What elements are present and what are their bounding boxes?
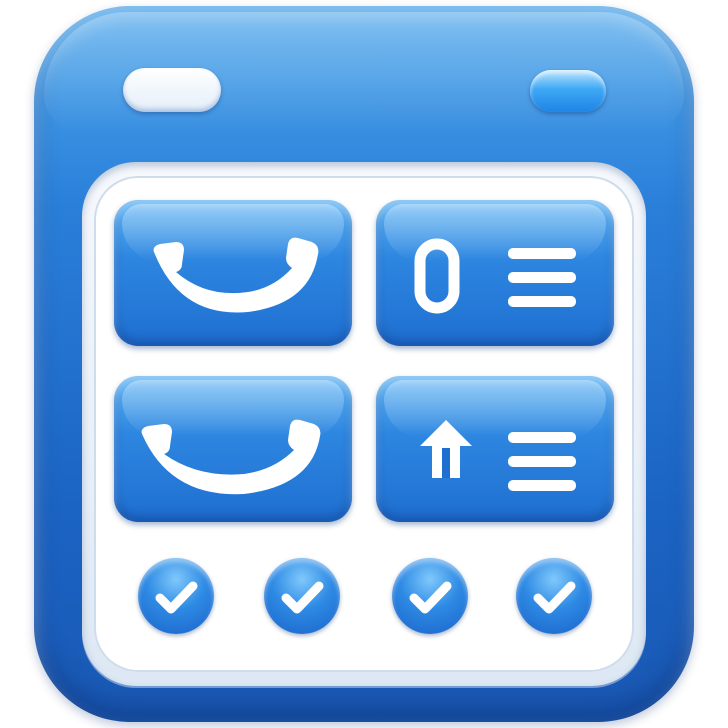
app-icon: [0, 0, 728, 728]
checkmark-icon: [281, 581, 324, 614]
screen: [94, 176, 634, 672]
phone-handset-icon: [141, 419, 321, 495]
checkmark-icon: [409, 581, 452, 614]
check-1[interactable]: [138, 558, 214, 634]
speaker-slot: [123, 68, 221, 112]
tile-phone-bottom[interactable]: [114, 376, 352, 522]
tile-upload-list[interactable]: [376, 376, 614, 522]
indicator-light: [530, 70, 606, 112]
check-3[interactable]: [392, 558, 468, 634]
screen-frame: [82, 162, 646, 686]
device-body: [34, 6, 694, 722]
tile-zero-list[interactable]: [376, 200, 614, 346]
check-2[interactable]: [264, 558, 340, 634]
check-4[interactable]: [516, 558, 592, 634]
zero-list-icon: [414, 238, 576, 314]
checkmark-icon: [155, 581, 198, 614]
phone-handset-icon: [153, 237, 319, 313]
checkmark-icon: [533, 581, 576, 614]
tile-phone-top[interactable]: [114, 200, 352, 346]
upload-arrow-list-icon: [420, 420, 576, 491]
